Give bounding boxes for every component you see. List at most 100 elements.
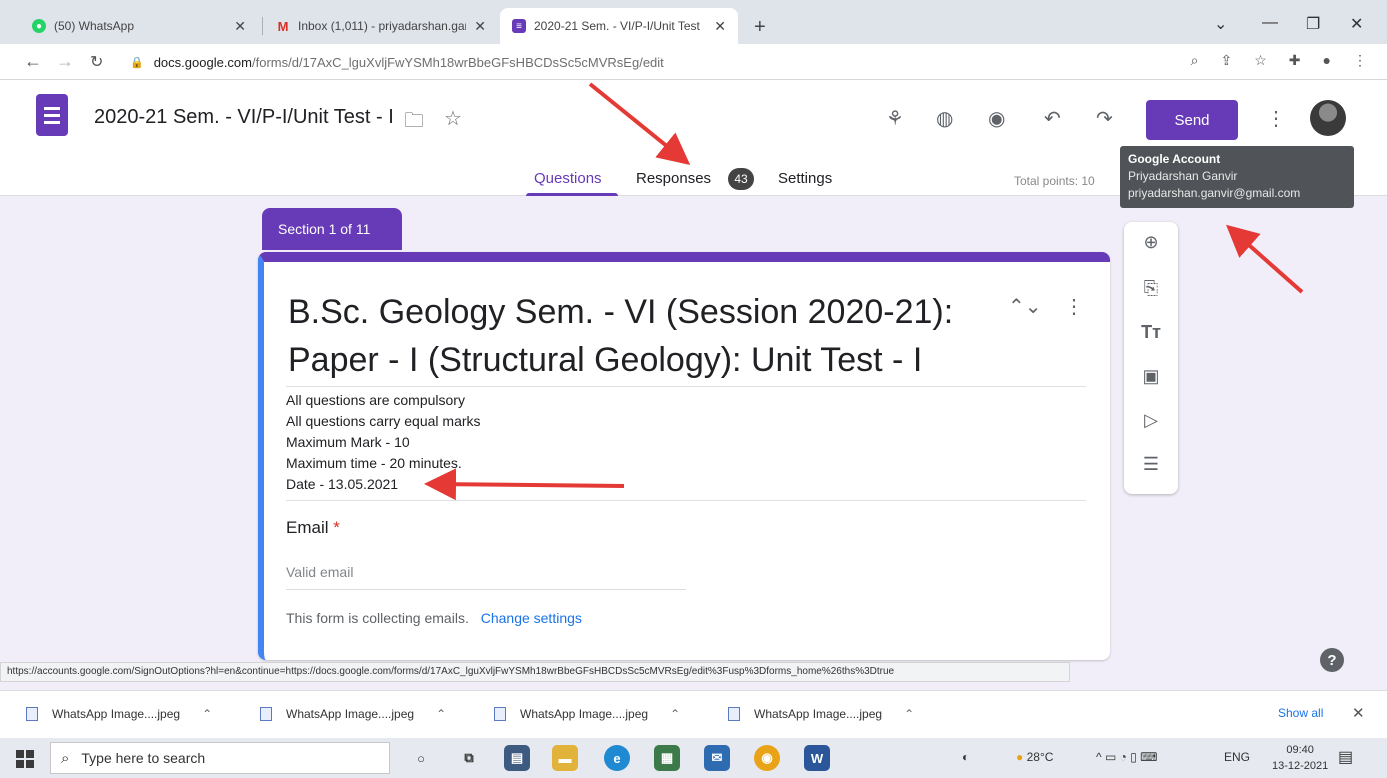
notifications-icon[interactable]: ▤ xyxy=(1338,747,1353,767)
import-questions-icon[interactable]: ⎘ xyxy=(1124,278,1178,299)
tab-settings[interactable]: Settings xyxy=(778,170,832,187)
undo-icon[interactable]: ↶ xyxy=(1044,106,1061,131)
add-image-icon[interactable]: ▣ xyxy=(1124,366,1178,387)
form-description[interactable]: All questions are compulsory All questio… xyxy=(286,390,481,495)
email-label-text: Email xyxy=(286,518,329,537)
profile-icon[interactable]: ● xyxy=(1323,52,1331,69)
description-line: Maximum time - 20 minutes. xyxy=(286,455,462,471)
sun-icon: ● xyxy=(1016,750,1024,764)
taskbar-search-input[interactable]: ⌕ Type here to search xyxy=(50,742,390,774)
store-icon[interactable]: ▤ xyxy=(504,745,530,771)
browser-menu-icon[interactable]: ⋮ xyxy=(1353,52,1367,69)
reload-icon[interactable]: ↻ xyxy=(90,52,103,72)
add-question-icon[interactable]: ⊕ xyxy=(1124,232,1178,253)
folder-icon[interactable]: 🗀 xyxy=(404,106,424,140)
windows-start-icon[interactable] xyxy=(16,750,34,768)
more-options-icon[interactable]: ⋮ xyxy=(1266,106,1286,131)
description-line: Date - 13.05.2021 xyxy=(286,476,399,492)
addons-icon[interactable]: ⚘ xyxy=(886,106,904,131)
browser-toolbar: ← → ↻ 🔒 docs.google.com /forms/d/17AxC_l… xyxy=(0,44,1387,80)
address-bar[interactable]: 🔒 docs.google.com /forms/d/17AxC_lguXvlj… xyxy=(118,48,1358,76)
tab-responses[interactable]: Responses xyxy=(636,170,711,187)
tab-questions[interactable]: Questions xyxy=(534,170,602,187)
chevron-up-icon[interactable]: ⌃ xyxy=(670,707,680,721)
close-downloads-icon[interactable]: ✕ xyxy=(1352,704,1365,722)
minimize-icon[interactable]: — xyxy=(1262,14,1278,32)
image-file-icon xyxy=(494,707,506,721)
download-item[interactable]: WhatsApp Image....jpeg ⌃ xyxy=(260,707,446,721)
zoom-icon[interactable]: ⌕ xyxy=(1191,52,1199,69)
section-more-icon[interactable]: ⋮ xyxy=(1064,294,1084,319)
form-title[interactable]: B.Sc. Geology Sem. - VI (Session 2020-21… xyxy=(288,288,988,384)
downloads-bar: WhatsApp Image....jpeg ⌃ WhatsApp Image.… xyxy=(0,690,1387,738)
collapse-section-icon[interactable]: ⌃⌄ xyxy=(1008,294,1042,319)
chevron-up-icon[interactable]: ⌃ xyxy=(202,707,212,721)
google-forms-logo[interactable] xyxy=(36,94,68,136)
image-file-icon xyxy=(26,707,38,721)
mail-icon[interactable]: ✉ xyxy=(704,745,730,771)
tab-title: 2020-21 Sem. - VI/P-I/Unit Test xyxy=(534,19,700,33)
add-section-icon[interactable]: ☰ xyxy=(1124,454,1178,475)
browser-tab-forms[interactable]: ≡ 2020-21 Sem. - VI/P-I/Unit Test ✕ xyxy=(500,8,738,44)
search-placeholder: Type here to search xyxy=(81,750,206,766)
description-line: Maximum Mark - 10 xyxy=(286,434,410,450)
toolbar-icons: ⌕ ⇪ ☆ ✚ ● ⋮ xyxy=(1191,52,1367,69)
form-header-card[interactable]: B.Sc. Geology Sem. - VI (Session 2020-21… xyxy=(258,252,1110,660)
question-toolbar: ⊕ ⎘ Tт ▣ ▷ ☰ xyxy=(1124,222,1178,494)
url-path: /forms/d/17AxC_lguXvljFwYSMh18wrBbeGFsHB… xyxy=(251,54,664,70)
network-status-icon[interactable]: ◐ xyxy=(962,750,969,764)
change-settings-link[interactable]: Change settings xyxy=(481,610,582,626)
system-clock[interactable]: 09:40 13-12-2021 xyxy=(1272,742,1328,774)
google-forms-icon: ≡ xyxy=(512,19,526,33)
extensions-icon[interactable]: ✚ xyxy=(1289,52,1301,69)
add-title-icon[interactable]: Tт xyxy=(1124,322,1178,343)
download-item[interactable]: WhatsApp Image....jpeg ⌃ xyxy=(26,707,212,721)
browser-tabstrip: ● (50) WhatsApp ✕ M Inbox (1,011) - priy… xyxy=(0,0,1387,44)
close-tab-icon[interactable]: ✕ xyxy=(474,18,486,35)
edge-icon[interactable]: e xyxy=(604,745,630,771)
browser-tab-gmail[interactable]: M Inbox (1,011) - priyadarshan.gan... ✕ xyxy=(264,8,498,44)
cortana-icon[interactable]: ○ xyxy=(408,745,434,771)
download-item[interactable]: WhatsApp Image....jpeg ⌃ xyxy=(728,707,914,721)
image-file-icon xyxy=(260,707,272,721)
word-icon[interactable]: W xyxy=(804,745,830,771)
chevron-up-icon[interactable]: ⌃ xyxy=(904,707,914,721)
share-icon[interactable]: ⇪ xyxy=(1221,52,1233,69)
close-tab-icon[interactable]: ✕ xyxy=(234,18,246,35)
email-field[interactable]: Valid email xyxy=(286,558,686,590)
show-all-downloads[interactable]: Show all xyxy=(1278,706,1323,720)
url-host: docs.google.com xyxy=(153,54,252,70)
email-question-label: Email * xyxy=(286,518,340,538)
restore-icon[interactable]: ❐ xyxy=(1306,14,1320,34)
back-icon[interactable]: ← xyxy=(24,51,42,72)
file-explorer-icon[interactable]: ▬ xyxy=(552,745,578,771)
language-indicator[interactable]: ENG xyxy=(1224,750,1250,764)
collecting-text: This form is collecting emails. xyxy=(286,610,469,626)
bookmark-star-icon[interactable]: ☆ xyxy=(1254,52,1267,69)
tooltip-email: priyadarshan.ganvir@gmail.com xyxy=(1128,186,1301,200)
browser-tab-whatsapp[interactable]: ● (50) WhatsApp ✕ xyxy=(20,8,258,44)
document-title[interactable]: 2020-21 Sem. - VI/P-I/Unit Test - I xyxy=(94,106,394,129)
send-button[interactable]: Send xyxy=(1146,100,1238,140)
close-tab-icon[interactable]: ✕ xyxy=(714,18,726,35)
preview-eye-icon[interactable]: ◉ xyxy=(988,106,1005,131)
star-icon[interactable]: ☆ xyxy=(444,106,462,131)
forward-icon[interactable]: → xyxy=(56,51,74,72)
section-tag: Section 1 of 11 xyxy=(262,208,402,250)
download-item[interactable]: WhatsApp Image....jpeg ⌃ xyxy=(494,707,680,721)
help-icon[interactable]: ? xyxy=(1320,648,1344,672)
avatar[interactable] xyxy=(1310,100,1346,136)
chevron-up-icon[interactable]: ⌃ xyxy=(436,707,446,721)
media-app-icon[interactable]: ▦ xyxy=(654,745,680,771)
tab-search-icon[interactable]: ⌄ xyxy=(1214,14,1227,34)
weather-widget[interactable]: ● 28°C xyxy=(1016,750,1053,764)
close-window-icon[interactable]: ✕ xyxy=(1350,14,1363,34)
new-tab-button[interactable]: + xyxy=(754,16,766,39)
tab-title: Inbox (1,011) - priyadarshan.gan... xyxy=(298,19,467,33)
palette-icon[interactable]: ◍ xyxy=(936,106,953,131)
task-view-icon[interactable]: ⧉ xyxy=(456,745,482,771)
tray-icons[interactable]: ^ ▭ ◔ ▯ ⌨ xyxy=(1096,750,1157,764)
redo-icon[interactable]: ↷ xyxy=(1096,106,1113,131)
add-video-icon[interactable]: ▷ xyxy=(1124,410,1178,431)
chrome-icon[interactable]: ◉ xyxy=(754,745,780,771)
